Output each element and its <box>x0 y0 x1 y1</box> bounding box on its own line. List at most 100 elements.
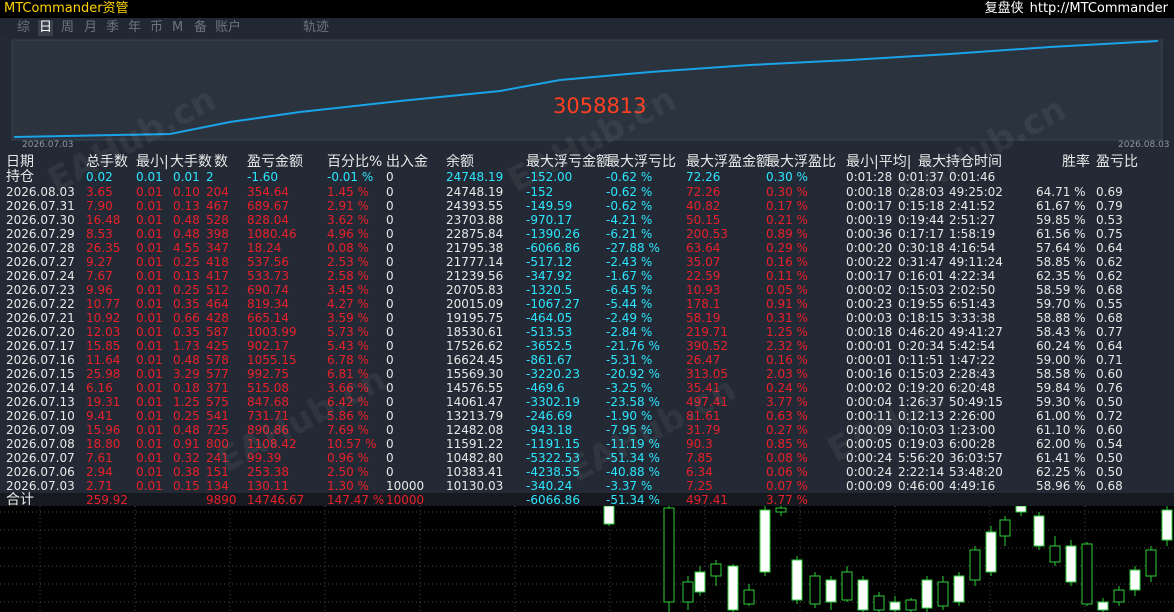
tab-5[interactable]: 年 <box>127 20 142 36</box>
table-cell: 6.34 <box>686 465 713 479</box>
column-header[interactable]: 最大浮亏比 <box>606 153 676 171</box>
table-cell: 59.84 % <box>1036 381 1086 395</box>
table-cell: 99.39 <box>247 451 282 465</box>
table-cell: 0.01 <box>136 185 163 199</box>
chart-end-date: 2026.08.03 <box>1118 140 1170 150</box>
table-cell: 0 <box>386 353 394 367</box>
tab-10[interactable]: 轨迹 <box>302 20 330 36</box>
candlestick-chart <box>0 506 1174 612</box>
column-header[interactable]: 出入金 <box>386 153 428 171</box>
candle-body <box>663 507 675 603</box>
candle-body <box>1129 569 1141 591</box>
table-cell: 0:00:22 <box>846 255 893 269</box>
table-cell: 16624.45 <box>446 353 504 367</box>
chart-frame <box>11 39 1163 141</box>
column-header[interactable]: 盈亏比 <box>1096 153 1138 171</box>
position-cell: 持仓 <box>6 169 34 185</box>
table-cell: -6.21 % <box>606 227 653 241</box>
table-cell: 10482.80 <box>446 451 504 465</box>
column-header[interactable]: 最大浮亏金额 <box>526 153 610 171</box>
table-cell: 2026.07.24 <box>6 269 75 283</box>
column-header[interactable]: 总手数 <box>86 153 128 171</box>
table-cell: -51.34 % <box>606 451 660 465</box>
candle-body <box>873 595 885 611</box>
column-header[interactable]: 最大浮盈比 <box>766 153 836 171</box>
tab-4[interactable]: 季 <box>105 20 120 36</box>
table-cell: 0.48 <box>173 353 200 367</box>
table-cell: -0.62 % <box>606 199 653 213</box>
table-cell: 0.50 <box>1096 451 1123 465</box>
table-cell: 0 <box>386 255 394 269</box>
table-cell: 390.52 <box>686 339 728 353</box>
table-cell: 0:16:01 <box>898 269 945 283</box>
candle-body <box>759 509 771 573</box>
table-cell: 13213.79 <box>446 409 504 423</box>
table-cell: 22875.84 <box>446 227 504 241</box>
tab-9[interactable]: 账户 <box>214 20 242 36</box>
table-cell: -3.25 % <box>606 381 653 395</box>
table-cell: 0.01 <box>136 437 163 451</box>
tab-8[interactable]: 备 <box>193 20 208 36</box>
table-cell: 0.01 <box>136 325 163 339</box>
table-cell: 0:00:24 <box>846 465 893 479</box>
table-cell: 398 <box>206 227 229 241</box>
table-cell: 0 <box>386 283 394 297</box>
header-right: 复盘侠 http://MTCommander <box>985 0 1168 18</box>
table-cell: 0.75 <box>1096 227 1123 241</box>
position-cell: 0.02 <box>86 170 113 184</box>
table-cell: 0:18:15 <box>898 311 945 325</box>
table-cell: 0.16 % <box>766 353 808 367</box>
tab-2[interactable]: 周 <box>60 20 75 36</box>
table-cell: 5.73 % <box>327 325 369 339</box>
table-cell: 58.96 % <box>1036 479 1086 493</box>
table-cell: 2026.07.06 <box>6 465 75 479</box>
tab-1[interactable]: 日 <box>38 20 54 36</box>
tab-0[interactable]: 综 <box>16 20 31 36</box>
table-cell: 464 <box>206 297 229 311</box>
tab-3[interactable]: 月 <box>83 20 98 36</box>
column-header[interactable]: 数 <box>214 153 228 171</box>
table-cell: 1.25 <box>173 395 200 409</box>
column-header[interactable]: 最大浮盈金额 <box>686 153 770 171</box>
table-cell: 10130.03 <box>446 479 504 493</box>
table-cell: -469.6 <box>526 381 565 395</box>
website-link[interactable]: http://MTCommander <box>1030 1 1168 16</box>
table-cell: 313.05 <box>686 367 728 381</box>
column-header[interactable]: 最小|平均| <box>846 153 911 171</box>
table-cell: 0 <box>386 213 394 227</box>
table-cell: 40.82 <box>686 199 721 213</box>
table-cell: 1:23:00 <box>949 423 996 437</box>
tab-6[interactable]: 币 <box>149 20 164 36</box>
column-header[interactable]: 余额 <box>446 153 474 171</box>
table-cell: 0.24 % <box>766 381 808 395</box>
table-cell: 0.91 % <box>766 297 808 311</box>
column-header[interactable]: 最小| <box>136 153 169 171</box>
table-cell: 0:15:03 <box>898 283 945 297</box>
table-cell: 18530.61 <box>446 325 504 339</box>
column-header[interactable]: 胜率 <box>1062 153 1090 171</box>
table-cell: 0:00:02 <box>846 283 893 297</box>
table-cell: 0.60 <box>1096 367 1123 381</box>
column-header[interactable]: 大手数 <box>170 153 212 171</box>
column-header[interactable]: 百分比% <box>327 153 382 171</box>
table-cell: 0:00:11 <box>846 409 893 423</box>
table-cell: 5.86 % <box>327 409 369 423</box>
table-cell: 0.48 <box>173 227 200 241</box>
table-cell: 1108.42 <box>247 437 297 451</box>
table-cell: 0.72 <box>1096 409 1123 423</box>
position-cell: -0.62 % <box>606 170 653 184</box>
table-cell: 512 <box>206 283 229 297</box>
position-cell: 2 <box>206 170 214 184</box>
candle-body <box>953 575 965 603</box>
table-cell: 4:22:34 <box>949 269 996 283</box>
table-cell: 347 <box>206 241 229 255</box>
table-cell: 0.05 % <box>766 283 808 297</box>
column-header[interactable]: 最大持仓时间 <box>918 153 1002 171</box>
table-cell: -1390.26 <box>526 227 580 241</box>
table-cell: 0.89 % <box>766 227 808 241</box>
table-cell: 0.68 <box>1096 311 1123 325</box>
table-cell: -20.92 % <box>606 367 660 381</box>
column-header[interactable]: 盈亏金额 <box>247 153 303 171</box>
table-cell: 0:19:20 <box>898 381 945 395</box>
tab-7[interactable]: M <box>171 20 184 36</box>
